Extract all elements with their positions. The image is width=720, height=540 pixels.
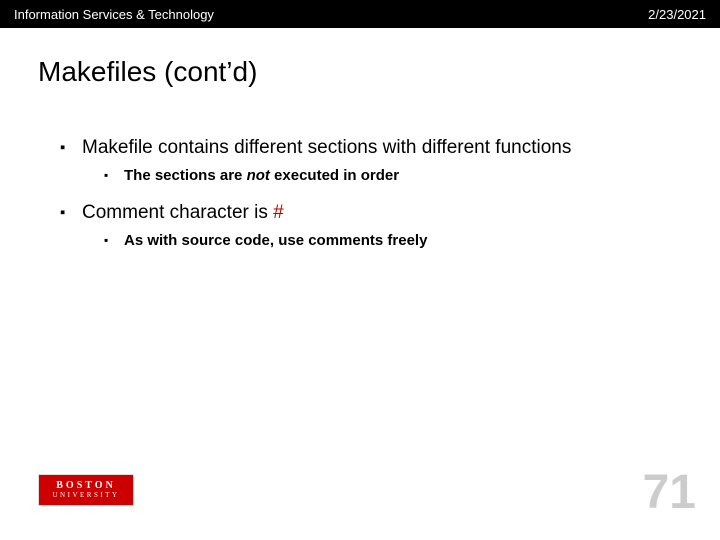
bullet-text: The sections are not executed in order [124, 166, 399, 185]
bullet-text: Makefile contains different sections wit… [82, 136, 571, 160]
bullet-level1: ▪ Comment character is # [60, 201, 680, 225]
text-part: The sections are [124, 167, 247, 184]
text-part: executed in order [270, 167, 399, 184]
bullet-mark-icon: ▪ [104, 231, 124, 250]
hash-char: # [273, 202, 284, 223]
bullet-mark-icon: ▪ [104, 166, 124, 185]
bullet-text: Comment character is # [82, 201, 284, 225]
header-date: 2/23/2021 [648, 7, 706, 22]
logo-bottom: UNIVERSITY [53, 492, 120, 499]
emphasis-not: not [247, 167, 270, 184]
header-org: Information Services & Technology [14, 7, 214, 22]
logo-top: BOSTON [56, 481, 116, 491]
bullet-mark-icon: ▪ [60, 136, 82, 160]
bullet-mark-icon: ▪ [60, 201, 82, 225]
bullet-level1: ▪ Makefile contains different sections w… [60, 136, 680, 160]
slide: Information Services & Technology 2/23/2… [0, 0, 720, 540]
slide-title: Makefiles (cont’d) [0, 28, 720, 88]
boston-university-logo: BOSTON UNIVERSITY [38, 474, 134, 506]
slide-content: ▪ Makefile contains different sections w… [0, 88, 720, 250]
bullet-level2: ▪ As with source code, use comments free… [104, 231, 680, 250]
page-number: 71 [643, 465, 696, 520]
bullet-level2: ▪ The sections are not executed in order [104, 166, 680, 185]
header-bar: Information Services & Technology 2/23/2… [0, 0, 720, 28]
bullet-text: As with source code, use comments freely [124, 231, 427, 250]
text-part: Comment character is [82, 202, 273, 223]
